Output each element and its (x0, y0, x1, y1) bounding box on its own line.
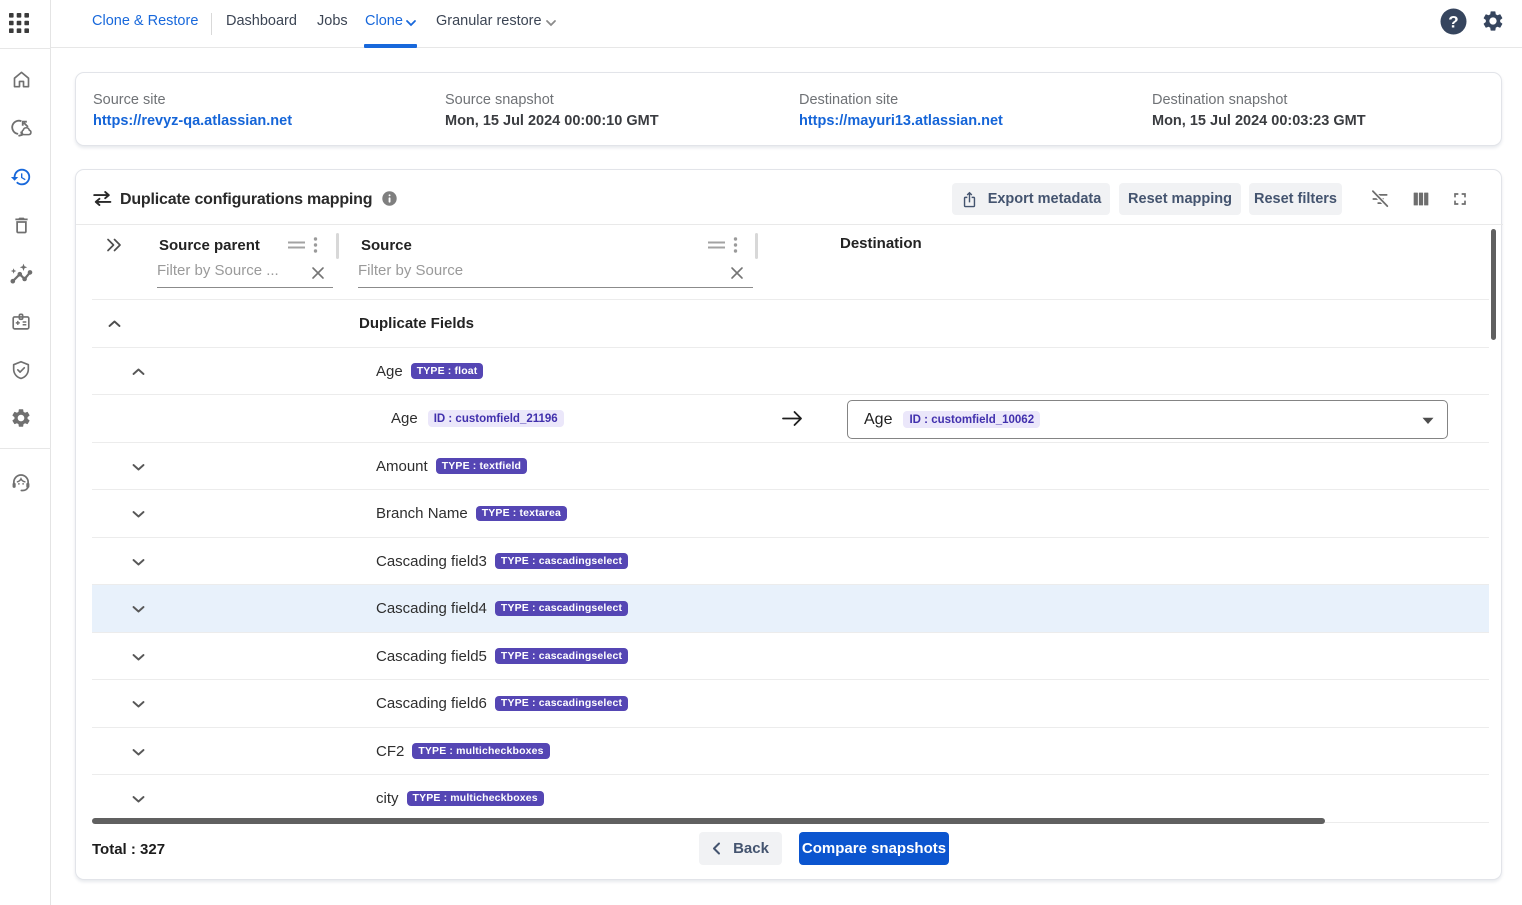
svg-text:?: ? (1448, 13, 1458, 32)
